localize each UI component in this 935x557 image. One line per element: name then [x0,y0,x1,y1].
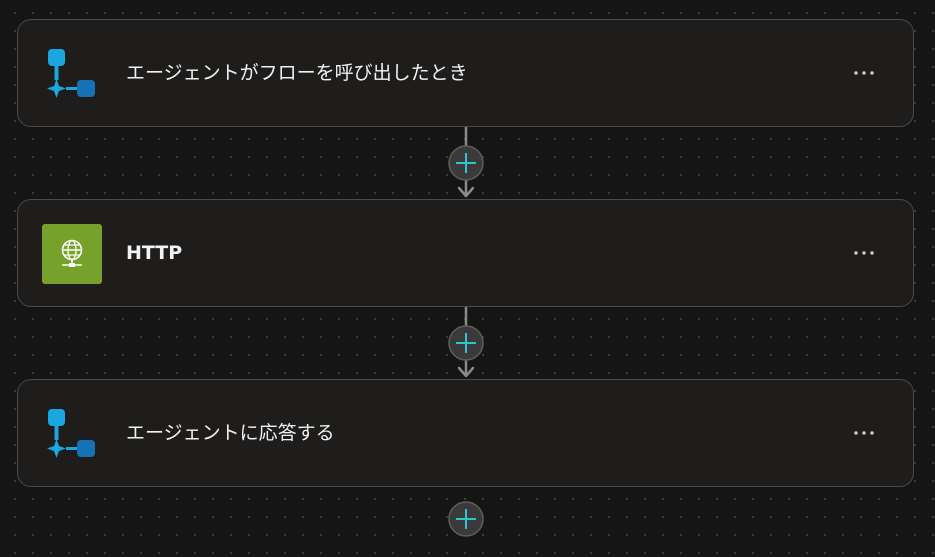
more-options-icon[interactable] [847,61,881,85]
plus-icon [448,501,484,537]
http-globe-icon [42,224,102,284]
plus-icon [448,325,484,361]
add-step-button[interactable] [448,145,484,181]
add-step-button[interactable] [448,325,484,361]
step-title: エージェントがフローを呼び出したとき [126,62,468,84]
step-title: HTTP [126,242,183,264]
flow-step-http-card[interactable]: HTTP [17,199,914,307]
agent-trigger-icon [42,44,102,104]
plus-icon [448,145,484,181]
flow-step-trigger-card[interactable]: エージェントがフローを呼び出したとき [17,19,914,127]
more-options-icon[interactable] [847,421,881,445]
step-title: エージェントに応答する [126,422,335,444]
more-options-icon[interactable] [847,241,881,265]
agent-respond-icon [42,404,102,464]
flow-step-respond-card[interactable]: エージェントに応答する [17,379,914,487]
add-step-button[interactable] [448,501,484,537]
